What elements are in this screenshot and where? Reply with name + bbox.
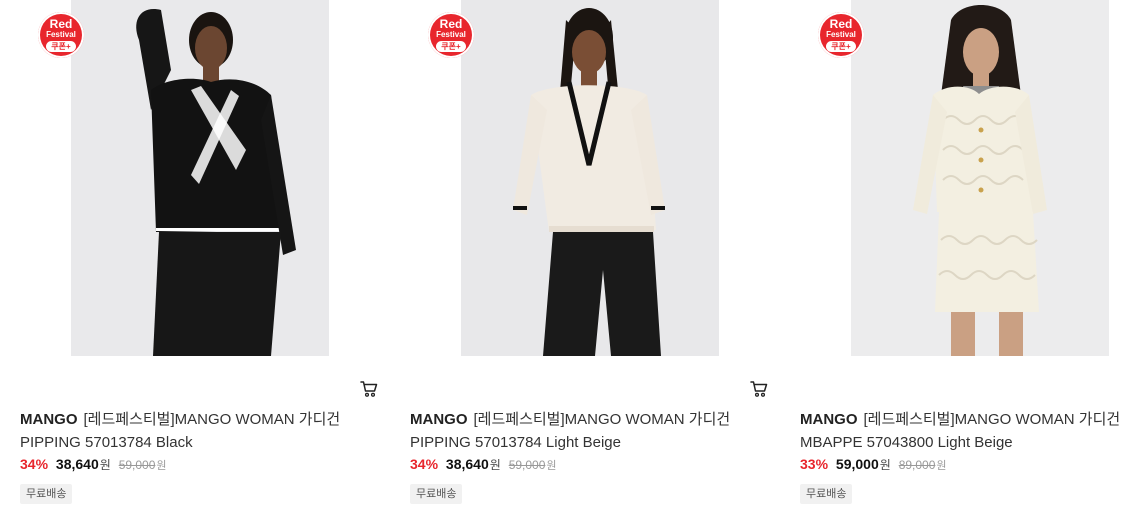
sale-price: 38,640 — [445, 456, 489, 472]
cart-icon — [750, 381, 768, 397]
product-grid: Red Festival 쿠폰+ MANGO [레드페스티벌]MANGO WOMA… — [0, 0, 1127, 517]
sale-currency: 원 — [879, 458, 891, 472]
product-title[interactable]: MANGO [레드페스티벌]MANGO WOMAN 가디건 PIPPING 570… — [20, 408, 360, 454]
product-image[interactable] — [461, 0, 719, 356]
product-title[interactable]: MANGO [레드페스티벌]MANGO WOMAN 가디건 PIPPING 570… — [410, 408, 750, 454]
discount-rate: 34% — [410, 456, 439, 472]
red-festival-badge: Red Festival 쿠폰+ — [818, 12, 864, 58]
product-card[interactable]: Red Festival 쿠폰+ MANGO [레드페스티벌]MANGO WOMA… — [800, 0, 1127, 517]
product-image[interactable] — [71, 0, 329, 356]
product-card[interactable]: Red Festival 쿠폰+ MANGO [레드페스티벌]MANGO WOMA… — [20, 0, 378, 517]
model-photo-beige-cardigan — [461, 0, 719, 356]
badge-line3: 쿠폰+ — [826, 41, 856, 52]
badge-line2: Festival — [46, 30, 76, 39]
free-shipping-tag: 무료배송 — [800, 484, 853, 504]
price-row: 34% 38,640원 59,000원 — [410, 456, 557, 473]
add-to-cart-button[interactable] — [750, 380, 768, 398]
original-price: 89,000 — [898, 458, 936, 472]
brand-name: MANGO — [410, 411, 468, 428]
price-row: 34% 38,640원 59,000원 — [20, 456, 167, 473]
free-shipping-tag: 무료배송 — [410, 484, 463, 504]
badge-line1: Red — [49, 17, 73, 31]
original-currency: 원 — [546, 460, 557, 472]
badge-line2: Festival — [436, 30, 466, 39]
sale-price: 38,640 — [55, 456, 99, 472]
original-price: 59,000 — [118, 458, 156, 472]
sale-price: 59,000 — [835, 456, 879, 472]
model-photo-mbappe-cardigan — [851, 0, 1109, 356]
badge-line1: Red — [439, 17, 463, 31]
product-image[interactable] — [851, 0, 1109, 356]
add-to-cart-button[interactable] — [360, 380, 378, 398]
cart-icon — [360, 381, 378, 397]
original-currency: 원 — [156, 460, 167, 472]
product-title[interactable]: MANGO [레드페스티벌]MANGO WOMAN 가디건 MBAPPE 5704… — [800, 408, 1127, 454]
original-currency: 원 — [936, 460, 947, 472]
red-festival-badge: Red Festival 쿠폰+ — [38, 12, 84, 58]
original-price: 59,000 — [508, 458, 546, 472]
product-card[interactable]: Red Festival 쿠폰+ MANGO [레드페스티벌]MANGO WOMA… — [410, 0, 768, 517]
badge-line3: 쿠폰+ — [46, 41, 76, 52]
brand-name: MANGO — [20, 411, 78, 428]
red-festival-badge: Red Festival 쿠폰+ — [428, 12, 474, 58]
sale-currency: 원 — [489, 458, 501, 472]
brand-name: MANGO — [800, 411, 858, 428]
discount-rate: 34% — [20, 456, 49, 472]
discount-rate: 33% — [800, 456, 829, 472]
badge-line1: Red — [829, 17, 853, 31]
model-photo-black-cardigan — [71, 0, 329, 356]
price-row: 33% 59,000원 89,000원 — [800, 456, 947, 473]
free-shipping-tag: 무료배송 — [20, 484, 73, 504]
sale-currency: 원 — [99, 458, 111, 472]
badge-line2: Festival — [826, 30, 856, 39]
badge-line3: 쿠폰+ — [436, 41, 466, 52]
